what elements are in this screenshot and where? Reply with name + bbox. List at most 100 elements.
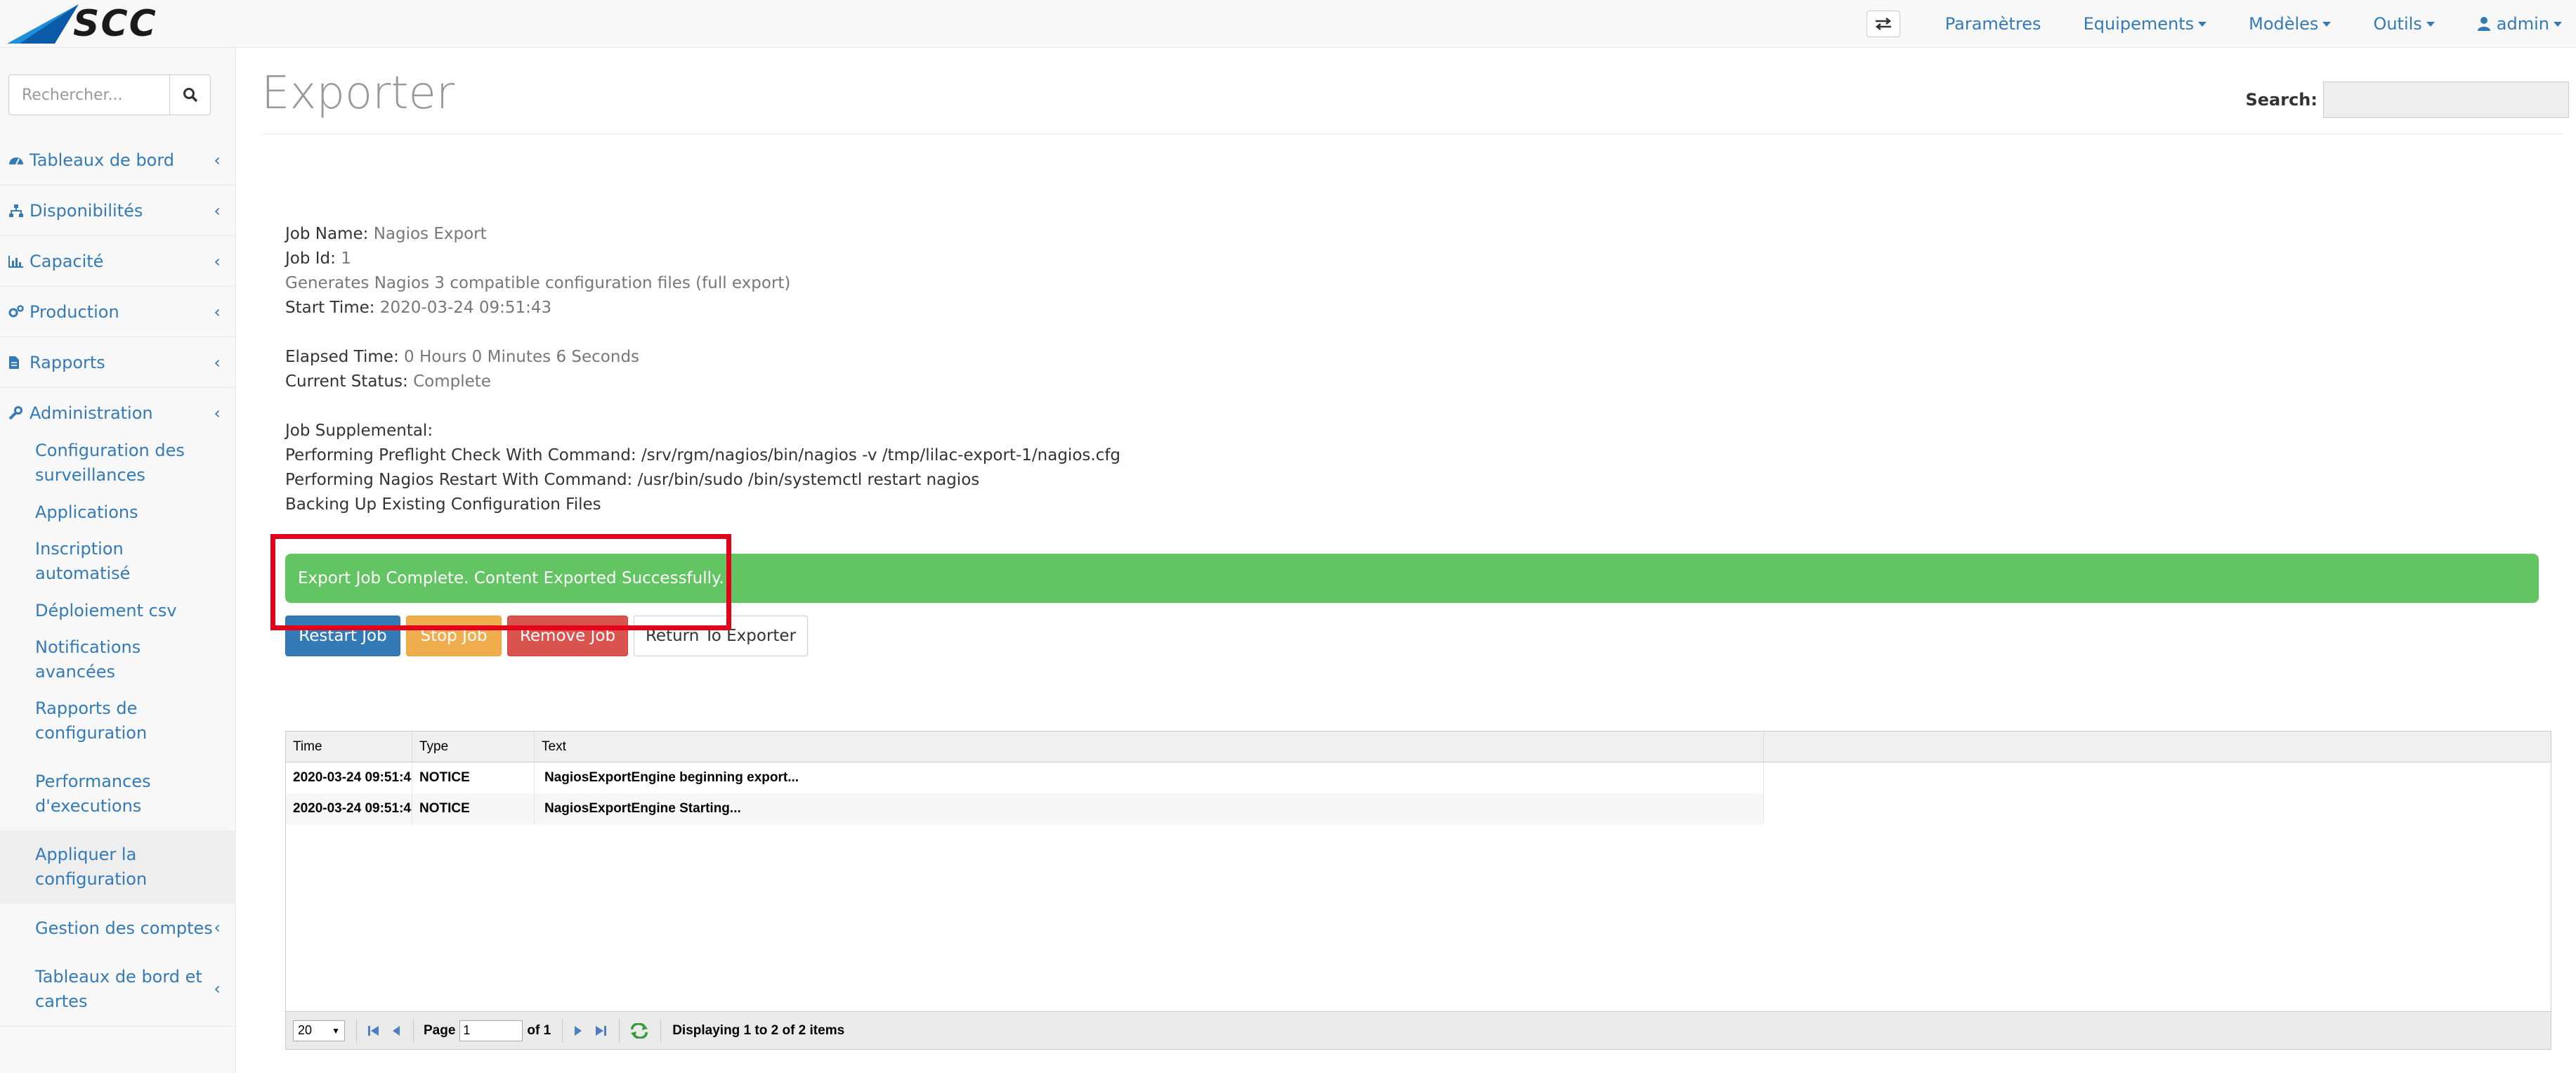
sidebar-search: [8, 74, 211, 115]
per-page-value: 20: [298, 1023, 313, 1037]
select-arrow-icon: ▼: [332, 1025, 340, 1036]
pager-separator: [660, 1018, 662, 1043]
first-page-icon[interactable]: [367, 1024, 381, 1038]
sidebar-subitem-inscription-automatise[interactable]: Inscription automatisé: [0, 537, 236, 586]
sidebar-item-label: Rapports: [30, 352, 105, 372]
refresh-icon[interactable]: [629, 1022, 649, 1039]
cell-filler: [1764, 762, 2551, 793]
next-page-icon[interactable]: [573, 1024, 584, 1038]
sidebar-item-administration[interactable]: Administration ‹: [0, 388, 236, 438]
search-input[interactable]: [2323, 82, 2569, 118]
sidebar-subitem-label: Applications: [35, 502, 138, 522]
sidebar-subitem-configuration-surveillances[interactable]: Configuration des surveillances: [0, 438, 236, 488]
sidebar-subitem-label: Configuration des surveillances: [35, 441, 185, 485]
top-navbar: SCC Paramètres Equipements Modèles Outil…: [0, 0, 2576, 48]
nav-equipements-label: Equipements: [2083, 14, 2195, 34]
sidebar-subitem-notifications-avancees[interactable]: Notifications avancées: [0, 635, 236, 684]
sidebar-subitem-tableaux-bord-cartes[interactable]: Tableaux de bord et cartes ‹: [0, 953, 236, 1026]
sidebar-subitem-rapports-configuration[interactable]: Rapports de configuration: [0, 684, 236, 757]
cell-text: NagiosExportEngine beginning export...: [535, 762, 1764, 793]
brand-logo[interactable]: SCC: [6, 3, 157, 45]
toggle-sidebar-button[interactable]: [1866, 11, 1900, 37]
nav-modeles[interactable]: Modèles: [2249, 14, 2332, 34]
brand-name: SCC: [73, 3, 157, 45]
chevron-left-icon: ‹: [214, 353, 221, 372]
job-start-row: Start Time: 2020-03-24 09:51:43: [285, 299, 552, 317]
nav-modeles-label: Modèles: [2249, 14, 2319, 34]
sidebar-subitem-label: Tableaux de bord et cartes: [35, 967, 202, 1011]
sidebar-menu: Tableaux de bord ‹ Disponibilités ‹ Capa…: [0, 135, 236, 1027]
pager-separator: [562, 1018, 563, 1043]
chevron-left-icon: ‹: [214, 252, 221, 271]
page-number-input[interactable]: [459, 1020, 523, 1041]
job-status-row: Current Status: Complete: [285, 372, 491, 391]
nav-admin-user[interactable]: admin: [2477, 14, 2562, 34]
nav-outils-label: Outils: [2373, 14, 2422, 34]
chevron-left-icon: ‹: [214, 150, 221, 170]
sidebar-subitem-applications[interactable]: Applications: [0, 488, 236, 537]
column-header-time[interactable]: Time: [286, 731, 412, 762]
job-name: Nagios Export: [373, 225, 487, 243]
sidebar-item-tableaux-de-bord[interactable]: Tableaux de bord ‹: [0, 135, 236, 186]
sidebar-item-label: Capacité: [30, 251, 104, 271]
sidebar-item-production[interactable]: Production ‹: [0, 287, 236, 337]
sidebar-subitem-deploiement-csv[interactable]: Déploiement csv: [0, 586, 236, 635]
job-log-grid: Time Type Text 2020-03-24 09:51:43 NOTIC…: [285, 731, 2551, 1050]
cell-text: NagiosExportEngine Starting...: [535, 793, 1764, 824]
chevron-down-icon: ‹: [214, 403, 221, 423]
sidebar-subitem-appliquer-configuration[interactable]: Appliquer la configuration: [0, 831, 236, 904]
job-id: 1: [341, 249, 351, 268]
cogs-icon: [8, 304, 24, 317]
sidebar-item-label: Administration: [30, 403, 153, 423]
job-supplemental-label: Job Supplemental:: [285, 422, 433, 440]
job-supplemental-line: Backing Up Existing Configuration Files: [285, 495, 601, 514]
dashboard-icon: [9, 157, 23, 164]
sidebar-item-rapports[interactable]: Rapports ‹: [0, 337, 236, 388]
column-header-text[interactable]: Text: [535, 731, 1764, 762]
page-total: of 1: [527, 1022, 551, 1038]
job-name-row: Job Name: Nagios Export: [285, 225, 487, 243]
wrench-icon: [8, 406, 22, 420]
sidebar-search-button[interactable]: [170, 74, 211, 115]
pager-status: Displaying 1 to 2 of 2 items: [672, 1022, 845, 1038]
table-row[interactable]: 2020-03-24 09:51:43 NOTICE NagiosExportE…: [286, 762, 2551, 793]
nav-outils[interactable]: Outils: [2373, 14, 2435, 34]
sidebar: Tableaux de bord ‹ Disponibilités ‹ Capa…: [0, 48, 236, 1073]
column-header-type[interactable]: Type: [412, 731, 535, 762]
job-status: Complete: [413, 372, 491, 391]
sidebar-subitem-gestion-comptes[interactable]: Gestion des comptes ‹: [0, 904, 236, 953]
pager-separator: [356, 1018, 357, 1043]
cell-type: NOTICE: [412, 762, 535, 793]
job-supplemental-line: Performing Nagios Restart With Command: …: [285, 471, 980, 489]
prev-page-icon[interactable]: [391, 1024, 402, 1038]
sidebar-subitem-label: Notifications avancées: [35, 637, 141, 682]
sidebar-item-disponibilites[interactable]: Disponibilités ‹: [0, 186, 236, 236]
sidebar-subitem-performances-executions[interactable]: Performances d'executions: [0, 757, 236, 831]
chevron-left-icon: ‹: [214, 918, 221, 937]
search-label: Search:: [2245, 90, 2317, 110]
per-page-select[interactable]: 20 ▼: [293, 1020, 345, 1041]
caret-down-icon: [2554, 21, 2562, 27]
last-page-icon[interactable]: [594, 1024, 608, 1038]
sidebar-subitem-label: Déploiement csv: [35, 600, 177, 620]
grid-pager: 20 ▼ Page of 1: [286, 1011, 2551, 1049]
column-header-filler: [1764, 731, 2551, 762]
sidebar-subitem-label: Rapports de configuration: [35, 698, 148, 743]
table-row[interactable]: 2020-03-24 09:51:43 NOTICE NagiosExportE…: [286, 793, 2551, 824]
sidebar-search-input[interactable]: [8, 74, 170, 115]
cell-type: NOTICE: [412, 793, 535, 824]
swap-arrows-icon: [1875, 18, 1891, 30]
nav-parametres[interactable]: Paramètres: [1945, 14, 2041, 34]
nav-parametres-label: Paramètres: [1944, 14, 2041, 34]
sidebar-item-label: Tableaux de bord: [30, 150, 175, 170]
sidebar-subitem-label: Inscription automatisé: [35, 539, 131, 583]
grid-header: Time Type Text: [286, 731, 2551, 762]
sidebar-item-capacite[interactable]: Capacité ‹: [0, 236, 236, 287]
job-info: Job Name: Nagios Export Job Id: 1 Genera…: [285, 222, 1120, 517]
nav-equipements[interactable]: Equipements: [2084, 14, 2207, 34]
sidebar-subitem-label: Performances d'executions: [35, 772, 151, 816]
job-elapsed-time: 0 Hours 0 Minutes 6 Seconds: [404, 348, 640, 366]
cell-filler: [1764, 793, 2551, 824]
chevron-left-icon: ‹: [214, 302, 221, 322]
cell-time: 2020-03-24 09:51:43: [286, 762, 412, 793]
